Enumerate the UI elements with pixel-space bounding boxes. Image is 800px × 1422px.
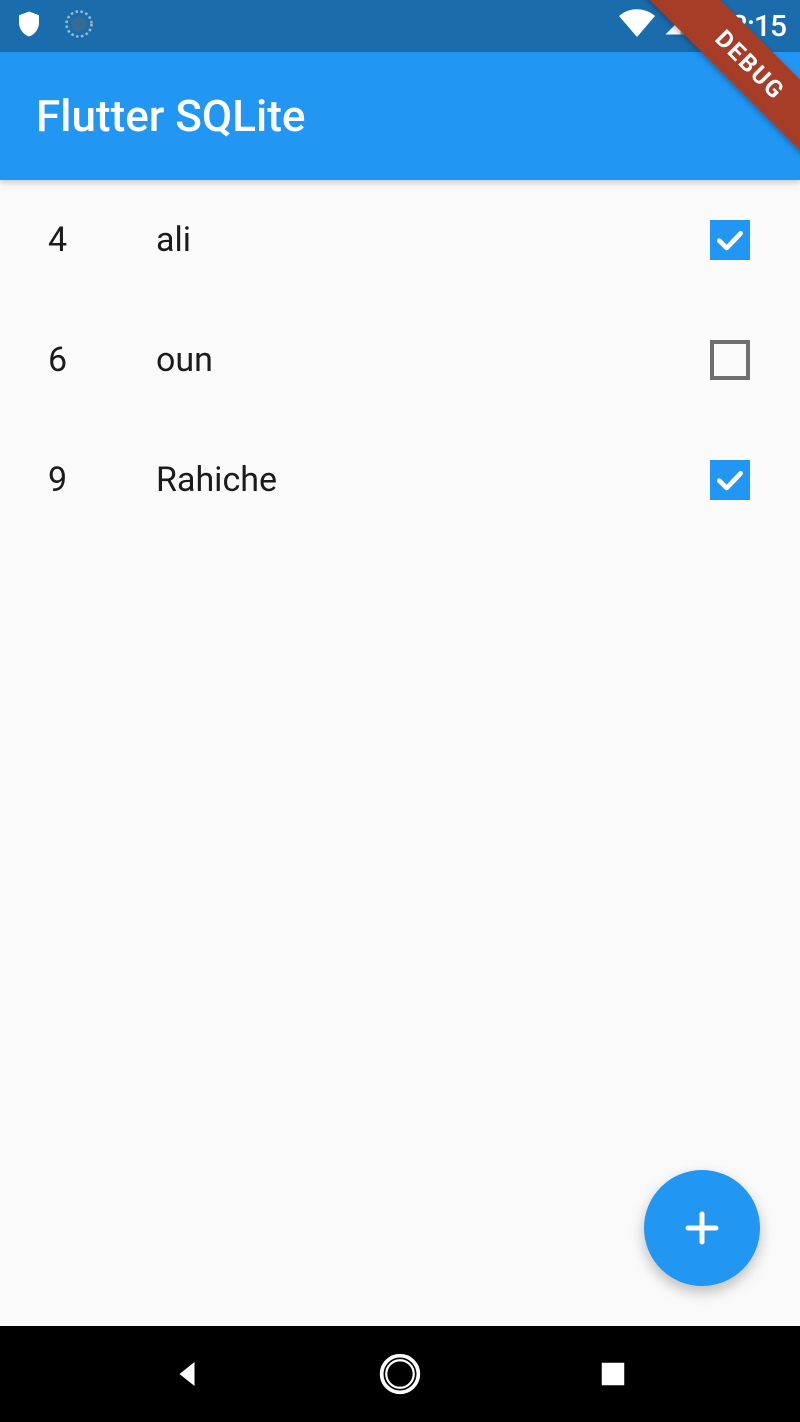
content-area[interactable]: 4 ali 6 oun 9 Rahiche [0, 180, 800, 1326]
shield-icon [14, 7, 44, 45]
plus-icon [678, 1204, 726, 1252]
checkbox[interactable] [710, 220, 750, 260]
square-icon [598, 1359, 628, 1389]
item-id: 9 [48, 460, 156, 500]
back-button[interactable] [151, 1338, 223, 1410]
home-button[interactable] [364, 1338, 436, 1410]
back-icon [169, 1355, 205, 1393]
item-name: oun [156, 340, 710, 380]
item-name: ali [156, 220, 710, 260]
compass-icon [64, 9, 94, 43]
navigation-bar [0, 1326, 800, 1422]
add-button[interactable] [644, 1170, 760, 1286]
check-icon [714, 464, 746, 496]
app-title: Flutter SQLite [36, 90, 305, 142]
home-icon [378, 1352, 422, 1396]
checkbox[interactable] [710, 340, 750, 380]
item-name: Rahiche [156, 460, 710, 500]
list-item[interactable]: 6 oun [0, 300, 800, 420]
app-bar: Flutter SQLite [0, 52, 800, 180]
list-item[interactable]: 4 ali [0, 180, 800, 300]
wifi-icon [619, 7, 655, 45]
overview-button[interactable] [577, 1338, 649, 1410]
status-left [14, 7, 94, 45]
item-id: 6 [48, 340, 156, 380]
list-item[interactable]: 9 Rahiche [0, 420, 800, 540]
checkbox[interactable] [710, 460, 750, 500]
item-id: 4 [48, 220, 156, 260]
check-icon [714, 224, 746, 256]
